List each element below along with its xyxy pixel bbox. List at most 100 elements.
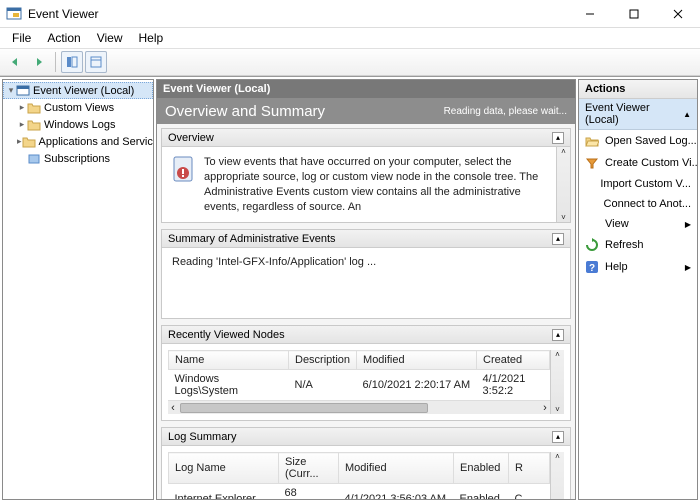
table-header-row: Name Description Modified Created <box>169 351 550 370</box>
main-title: Overview and Summary <box>165 103 325 120</box>
action-import-custom-view[interactable]: Import Custom V... <box>579 174 697 194</box>
tree-item-label: Applications and Services Lo <box>39 136 154 148</box>
col-logname[interactable]: Log Name <box>169 453 279 484</box>
actions-title: Actions <box>579 80 697 99</box>
action-help[interactable]: ? Help ▶ <box>579 256 697 278</box>
tree-item-subscriptions[interactable]: Subscriptions <box>3 150 153 167</box>
recent-nodes-header[interactable]: Recently Viewed Nodes ▴ <box>162 326 570 344</box>
cell-name: Windows Logs\System <box>169 370 289 401</box>
maximize-button[interactable] <box>612 0 656 28</box>
forward-button[interactable] <box>28 51 50 73</box>
menu-view[interactable]: View <box>89 29 131 47</box>
toolbar-separator <box>55 52 56 72</box>
cell-desc: N/A <box>289 370 357 401</box>
log-summary-table[interactable]: Log Name Size (Curr... Modified Enabled … <box>168 452 550 499</box>
cell-created: 4/1/2021 3:52:2 <box>477 370 550 401</box>
overview-section: Overview ▴ To view events that have occu… <box>161 128 571 223</box>
col-size[interactable]: Size (Curr... <box>279 453 339 484</box>
action-label: Refresh <box>605 239 644 251</box>
expand-icon[interactable]: ▸ <box>17 119 27 130</box>
action-open-saved-log[interactable]: Open Saved Log... <box>579 130 697 152</box>
title-bar: Event Viewer <box>0 0 700 28</box>
tree-item-windows-logs[interactable]: ▸ Windows Logs <box>3 116 153 133</box>
collapse-icon[interactable]: ▴ <box>552 329 564 341</box>
action-view[interactable]: View ▶ <box>579 214 697 234</box>
menu-bar: File Action View Help <box>0 28 700 48</box>
chevron-right-icon: ▶ <box>685 263 691 272</box>
cell-r: C <box>509 484 550 499</box>
col-created[interactable]: Created <box>477 351 550 370</box>
overview-header[interactable]: Overview ▴ <box>162 129 570 147</box>
cell-enabled: Enabled <box>454 484 509 499</box>
table-header-row: Log Name Size (Curr... Modified Enabled … <box>169 453 550 484</box>
event-viewer-icon <box>16 84 30 98</box>
log-summary-header[interactable]: Log Summary ▴ <box>162 428 570 446</box>
collapse-icon[interactable]: ▴ <box>552 233 564 245</box>
recent-nodes-table[interactable]: Name Description Modified Created Window… <box>168 350 550 400</box>
cell-modified: 4/1/2021 3:56:03 AM <box>339 484 454 499</box>
table-row[interactable]: Windows Logs\System N/A 6/10/2021 2:20:1… <box>169 370 550 401</box>
tree-item-custom-views[interactable]: ▸ Custom Views <box>3 99 153 116</box>
col-modified[interactable]: Modified <box>357 351 477 370</box>
summary-admin-header[interactable]: Summary of Administrative Events ▴ <box>162 230 570 248</box>
action-label: Create Custom Vi... <box>605 157 697 169</box>
menu-action[interactable]: Action <box>39 29 88 47</box>
main-header: Event Viewer (Local) <box>157 80 575 98</box>
vertical-scrollbar[interactable]: ˄˅ <box>556 147 570 222</box>
toolbar <box>0 48 700 76</box>
show-hide-console-tree-button[interactable] <box>61 51 83 73</box>
horizontal-scrollbar[interactable]: ‹› <box>168 400 550 414</box>
recent-nodes-section: Recently Viewed Nodes ▴ Name Description… <box>161 325 571 421</box>
status-text: Reading data, please wait... <box>444 106 567 117</box>
col-enabled[interactable]: Enabled <box>454 453 509 484</box>
col-description[interactable]: Description <box>289 351 357 370</box>
cell-modified: 6/10/2021 2:20:17 AM <box>357 370 477 401</box>
tree-item-label: Subscriptions <box>44 153 110 165</box>
table-row[interactable]: Internet Explorer 68 KB/1.0... 4/1/2021 … <box>169 484 550 499</box>
menu-file[interactable]: File <box>4 29 39 47</box>
collapse-icon[interactable]: ▾ <box>6 85 16 96</box>
log-summary-section: Log Summary ▴ Log Name Size (Curr... Mod… <box>161 427 571 499</box>
summary-admin-label: Summary of Administrative Events <box>168 233 336 245</box>
recent-nodes-label: Recently Viewed Nodes <box>168 329 285 341</box>
help-icon: ? <box>585 260 599 274</box>
action-create-custom-view[interactable]: Create Custom Vi... <box>579 152 697 174</box>
action-label: Help <box>605 261 679 273</box>
collapse-icon[interactable]: ▴ <box>552 132 564 144</box>
col-name[interactable]: Name <box>169 351 289 370</box>
vertical-scrollbar[interactable]: ˄˅ <box>550 350 564 414</box>
action-refresh[interactable]: Refresh <box>579 234 697 256</box>
actions-pane: Actions Event Viewer (Local) ▲ Open Save… <box>578 79 698 500</box>
folder-icon <box>27 118 41 132</box>
vertical-scrollbar[interactable]: ˄˅ <box>550 452 564 499</box>
tree-item-label: Custom Views <box>44 102 114 114</box>
action-connect-another[interactable]: Connect to Anot... <box>579 194 697 214</box>
console-tree[interactable]: ▾ Event Viewer (Local) ▸ Custom Views ▸ … <box>2 79 154 500</box>
refresh-icon <box>585 238 599 252</box>
summary-admin-section: Summary of Administrative Events ▴ Readi… <box>161 229 571 319</box>
col-r[interactable]: R <box>509 453 550 484</box>
app-icon <box>6 6 22 22</box>
main-pane: Event Viewer (Local) Overview and Summar… <box>156 79 576 500</box>
chevron-right-icon: ▶ <box>685 220 691 229</box>
tree-item-apps-services[interactable]: ▸ Applications and Services Lo <box>3 133 153 150</box>
cell-size: 68 KB/1.0... <box>279 484 339 499</box>
log-summary-label: Log Summary <box>168 431 236 443</box>
actions-context[interactable]: Event Viewer (Local) ▲ <box>579 99 697 130</box>
back-button[interactable] <box>4 51 26 73</box>
tree-root[interactable]: ▾ Event Viewer (Local) <box>3 82 153 99</box>
cell-logname: Internet Explorer <box>169 484 279 499</box>
svg-text:?: ? <box>589 263 595 274</box>
collapse-icon[interactable]: ▴ <box>552 431 564 443</box>
overview-header-label: Overview <box>168 132 214 144</box>
col-modified[interactable]: Modified <box>339 453 454 484</box>
menu-help[interactable]: Help <box>131 29 172 47</box>
action-label: Connect to Anot... <box>604 198 691 210</box>
collapse-icon[interactable]: ▲ <box>683 110 691 119</box>
expand-icon[interactable]: ▸ <box>17 102 27 113</box>
tree-root-label: Event Viewer (Local) <box>33 85 134 97</box>
tree-item-label: Windows Logs <box>44 119 116 131</box>
properties-button[interactable] <box>85 51 107 73</box>
minimize-button[interactable] <box>568 0 612 28</box>
close-button[interactable] <box>656 0 700 28</box>
